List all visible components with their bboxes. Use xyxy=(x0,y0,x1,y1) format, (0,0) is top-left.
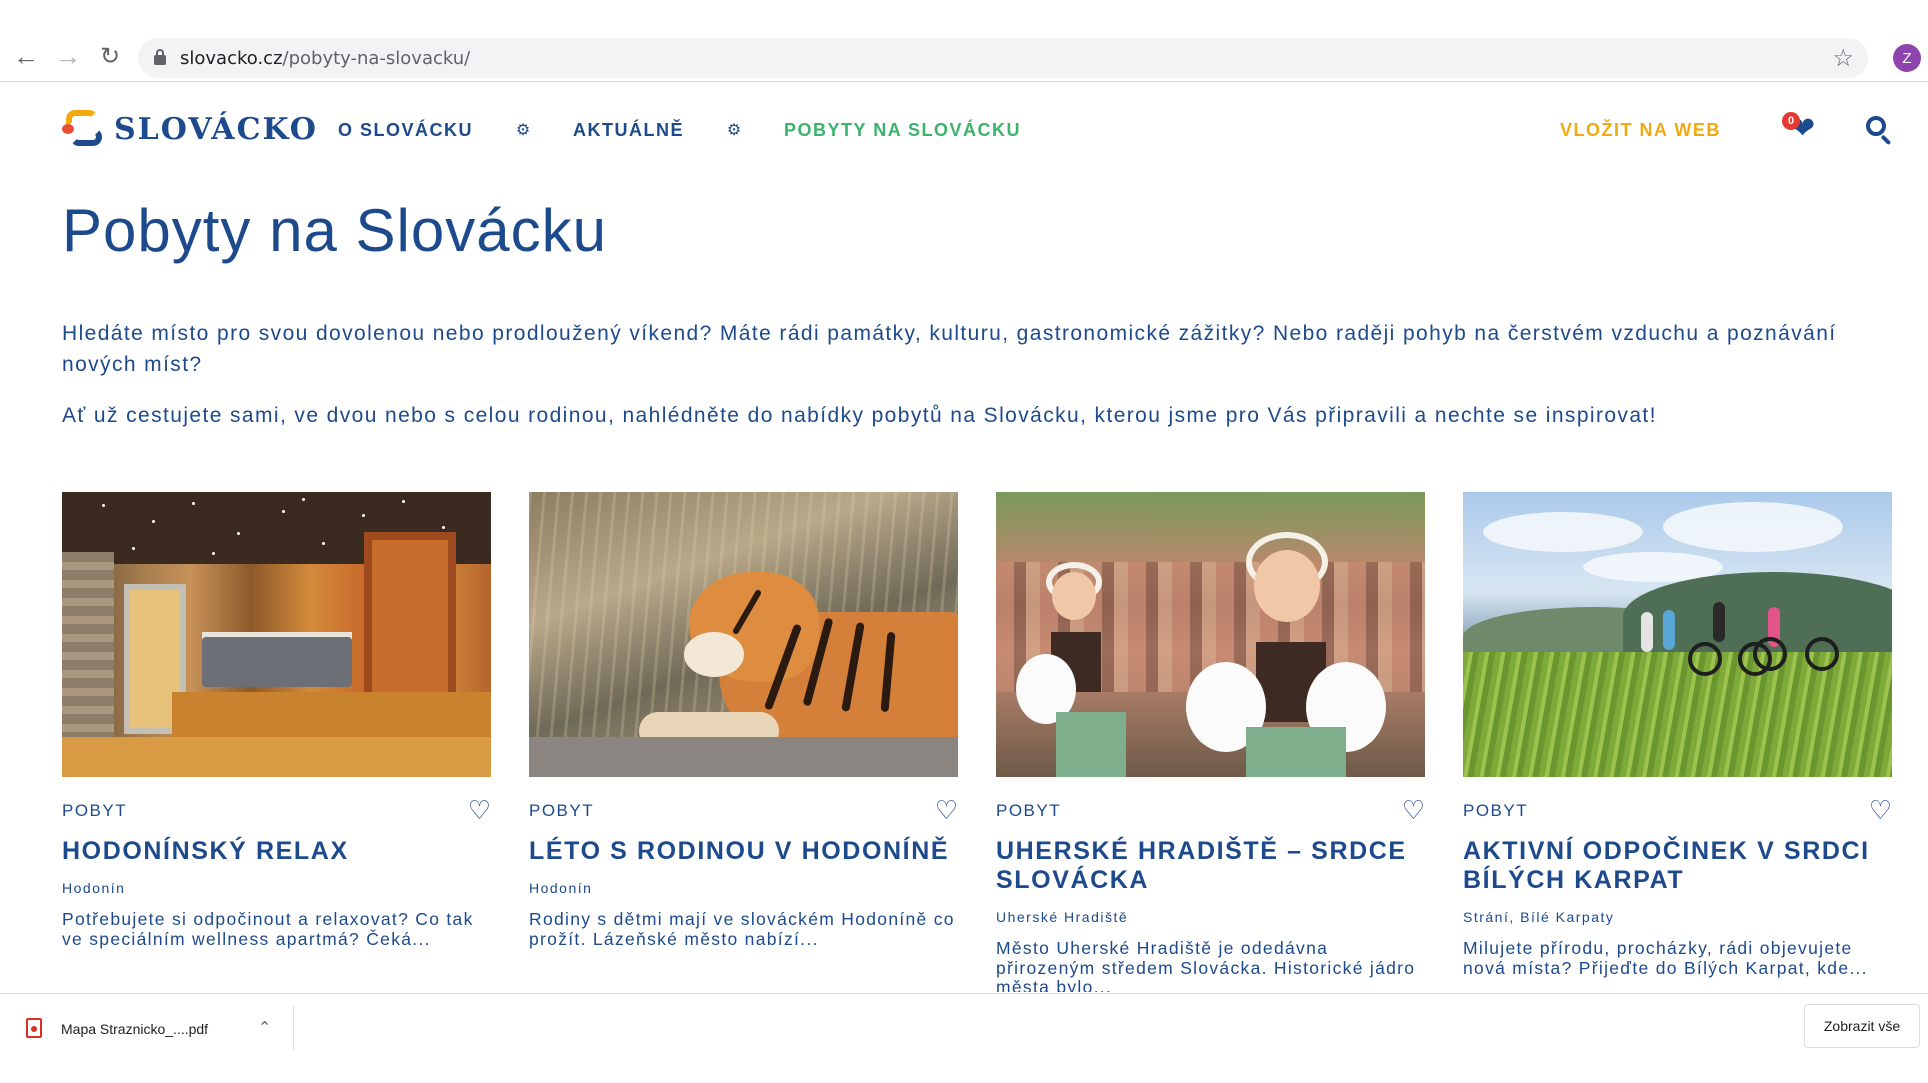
card-category: POBYT xyxy=(62,801,128,820)
favorite-heart-icon[interactable]: ♡ xyxy=(1402,797,1425,823)
show-all-downloads-button[interactable]: Zobrazit vše xyxy=(1804,1004,1920,1048)
stay-card[interactable]: POBYT ♡ AKTIVNÍ ODPOČINEK V SRDCI BÍLÝCH… xyxy=(1463,492,1892,992)
favorites-button[interactable]: ❤ 0 xyxy=(1782,112,1822,144)
stay-card[interactable]: POBYT ♡ HODONÍNSKÝ RELAX Hodonín Potřebu… xyxy=(62,492,491,992)
gear-separator-icon: ⚙ xyxy=(515,121,531,139)
download-item[interactable]: Mapa Straznicko_....pdf ⌄ xyxy=(16,1006,294,1050)
stay-cards-grid: POBYT ♡ HODONÍNSKÝ RELAX Hodonín Potřebu… xyxy=(62,492,1892,992)
cyclists-meadow-image[interactable] xyxy=(1463,492,1892,777)
url-text[interactable]: slovacko.cz/pobyty-na-slovacku/ xyxy=(180,48,470,69)
card-description: Potřebujete si odpočinout a relaxovat? C… xyxy=(62,909,474,949)
card-title[interactable]: UHERSKÉ HRADIŠTĚ – SRDCE SLOVÁCKA xyxy=(996,837,1425,895)
main-navigation: O SLOVÁCKU ⚙ AKTUÁLNĚ ⚙ POBYTY NA SLOVÁC… xyxy=(338,120,1021,141)
nav-item-o-slovacku[interactable]: O SLOVÁCKU xyxy=(338,120,473,141)
forward-arrow-icon[interactable]: → xyxy=(54,41,82,71)
nav-item-aktualne[interactable]: AKTUÁLNĚ xyxy=(573,120,684,141)
card-location: Hodonín xyxy=(529,880,593,896)
lock-icon[interactable] xyxy=(154,49,166,65)
logo-text: SLOVÁCKO xyxy=(114,111,318,147)
card-category: POBYT xyxy=(529,801,595,820)
pdf-file-icon xyxy=(26,1018,42,1038)
card-title[interactable]: LÉTO S RODINOU V HODONÍNĚ xyxy=(529,837,958,866)
card-location: Strání, Bílé Karpaty xyxy=(1463,909,1615,925)
site-logo[interactable]: SLOVÁCKO xyxy=(62,106,318,152)
card-description: Milujete přírodu, procházky, rádi objevu… xyxy=(1463,938,1868,978)
reload-icon[interactable]: ↻ xyxy=(96,42,124,70)
submit-to-web-link[interactable]: VLOŽIT NA WEB xyxy=(1560,120,1721,141)
browser-toolbar: ← → ↻ slovacko.cz/pobyty-na-slovacku/ ☆ … xyxy=(0,0,1928,82)
card-title[interactable]: AKTIVNÍ ODPOČINEK V SRDCI BÍLÝCH KARPAT xyxy=(1463,837,1892,895)
card-location: Uherské Hradiště xyxy=(996,909,1129,925)
card-description: Město Uherské Hradiště je odedávna přiro… xyxy=(996,938,1416,992)
folk-costume-girls-image[interactable] xyxy=(996,492,1425,777)
intro-paragraph-1: Hledáte místo pro svou dovolenou nebo pr… xyxy=(62,322,1837,376)
favorite-heart-icon[interactable]: ♡ xyxy=(935,797,958,823)
card-description: Rodiny s dětmi mají ve slováckém Hodonín… xyxy=(529,909,955,949)
page-title: Pobyty na Slovácku xyxy=(62,197,607,264)
download-file-name[interactable]: Mapa Straznicko_....pdf xyxy=(61,1021,208,1037)
address-bar[interactable]: slovacko.cz/pobyty-na-slovacku/ ☆ xyxy=(138,38,1868,78)
url-path: /pobyty-na-slovacku/ xyxy=(282,48,471,69)
card-category: POBYT xyxy=(1463,801,1529,820)
profile-avatar[interactable]: Z xyxy=(1893,44,1921,72)
wellness-sauna-image[interactable] xyxy=(62,492,491,777)
downloads-bar: Mapa Straznicko_....pdf ⌄ Zobrazit vše xyxy=(0,993,1928,1083)
site-header: SLOVÁCKO O SLOVÁCKU ⚙ AKTUÁLNĚ ⚙ POBYTY … xyxy=(0,82,1928,178)
card-category: POBYT xyxy=(996,801,1062,820)
chevron-up-icon[interactable]: ⌄ xyxy=(258,1016,271,1036)
favorite-heart-icon[interactable]: ♡ xyxy=(1869,797,1892,823)
back-arrow-icon[interactable]: ← xyxy=(12,41,40,71)
favorites-count-badge: 0 xyxy=(1782,112,1800,130)
gear-separator-icon: ⚙ xyxy=(726,121,742,139)
card-location: Hodonín xyxy=(62,880,126,896)
stay-card[interactable]: POBYT ♡ UHERSKÉ HRADIŠTĚ – SRDCE SLOVÁCK… xyxy=(996,492,1425,992)
favorite-heart-icon[interactable]: ♡ xyxy=(468,797,491,823)
card-title[interactable]: HODONÍNSKÝ RELAX xyxy=(62,837,491,866)
search-icon[interactable] xyxy=(1866,116,1894,146)
intro-paragraph-2: Ať už cestujete sami, ve dvou nebo s cel… xyxy=(62,404,1657,427)
url-host: slovacko.cz xyxy=(180,48,283,69)
nav-item-pobyty-na-slovacku[interactable]: POBYTY NA SLOVÁCKU xyxy=(784,120,1021,141)
logo-mark-icon xyxy=(62,106,106,152)
stay-card[interactable]: POBYT ♡ LÉTO S RODINOU V HODONÍNĚ Hodoní… xyxy=(529,492,958,992)
bookmark-star-icon[interactable]: ☆ xyxy=(1832,44,1854,73)
tiger-image[interactable] xyxy=(529,492,958,777)
